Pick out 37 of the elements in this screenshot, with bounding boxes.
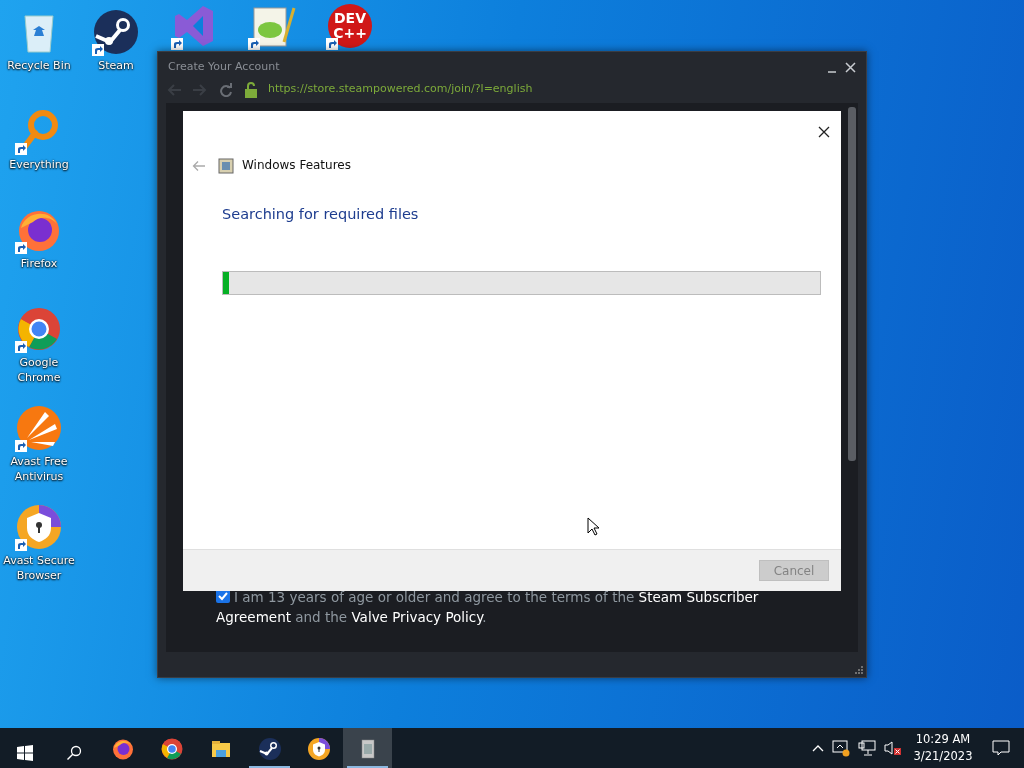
burst-logo-icon[interactable] xyxy=(15,404,63,452)
icon-label[interactable]: Firefox xyxy=(20,256,58,271)
chrome-wheel-icon xyxy=(159,736,184,761)
padlock-icon[interactable] xyxy=(244,81,258,98)
status-heading: Searching for required files xyxy=(222,205,420,224)
steam-logo-icon xyxy=(257,736,282,761)
features-window-icon xyxy=(218,157,234,174)
window-title: Create Your Account xyxy=(168,59,280,75)
mouse-pointer-icon xyxy=(587,517,599,536)
dialog-title: Windows Features xyxy=(242,157,351,174)
close-button[interactable] xyxy=(845,61,856,73)
steam-logo-icon[interactable] xyxy=(92,8,140,56)
taskbar-button[interactable] xyxy=(343,728,392,768)
icon-label[interactable]: Avast Free Antivirus xyxy=(0,454,78,484)
resize-grip-icon[interactable] xyxy=(855,666,863,674)
shield-keyhole-icon xyxy=(306,736,331,761)
network-icon[interactable] xyxy=(858,740,876,756)
icon-label[interactable]: Google Chrome xyxy=(0,355,78,385)
muted-speaker-icon[interactable] xyxy=(884,740,902,756)
clock-time[interactable]: 10:29 AM xyxy=(908,731,978,748)
scrollbar-thumb[interactable] xyxy=(848,107,856,461)
windows-start-icon xyxy=(16,744,33,761)
icon-label[interactable]: Recycle Bin xyxy=(7,58,71,73)
notification-icon[interactable] xyxy=(992,739,1010,757)
clock-date[interactable]: 3/21/2023 xyxy=(908,748,978,765)
reload-icon[interactable] xyxy=(218,82,234,97)
app-logo[interactable]: DEV C++ xyxy=(328,4,372,48)
icon-label[interactable]: Everything xyxy=(9,157,69,172)
update-alert-icon[interactable] xyxy=(832,739,850,757)
url-text[interactable]: https://store.steampowered.com/join/?l=english xyxy=(268,80,533,98)
shield-keyhole-icon[interactable] xyxy=(15,503,63,551)
icon-label[interactable]: Steam xyxy=(98,58,134,73)
icon-label[interactable]: Avast Secure Browser xyxy=(0,553,78,583)
search-icon xyxy=(65,744,82,761)
chevron-up-icon[interactable] xyxy=(812,744,824,752)
close-icon[interactable] xyxy=(818,125,830,138)
chrome-wheel-icon[interactable] xyxy=(15,305,63,353)
